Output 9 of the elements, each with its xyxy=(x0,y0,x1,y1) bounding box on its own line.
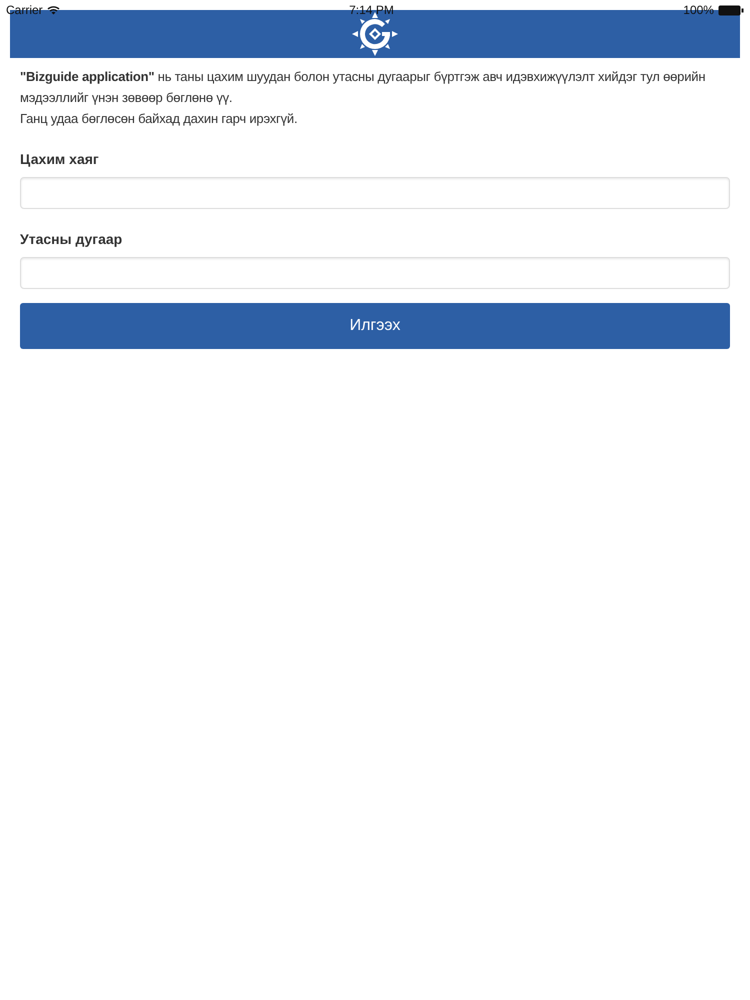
input-field[interactable] xyxy=(20,257,730,289)
submit-button[interactable]: Илгээх xyxy=(20,303,730,349)
intro-text: Ганц удаа бөглөсөн байхад дахин гарч ирэхгүй. xyxy=(20,110,298,128)
intro-text: "Bizguide application" нь таны цахим шуудан болон утасны дугаарыг бүртгэж авч идэвхижүүлэлт хийдэг тул өөрийн мэдээллийг үнэн зөвөөр бөглөнө үү. xyxy=(20,68,706,107)
wifi-icon xyxy=(46,5,60,15)
battery-icon xyxy=(718,4,744,16)
input-field[interactable] xyxy=(20,177,730,209)
field-label: Цахим хаяг xyxy=(20,151,100,167)
field-label: Утасны дугаар xyxy=(20,231,124,247)
